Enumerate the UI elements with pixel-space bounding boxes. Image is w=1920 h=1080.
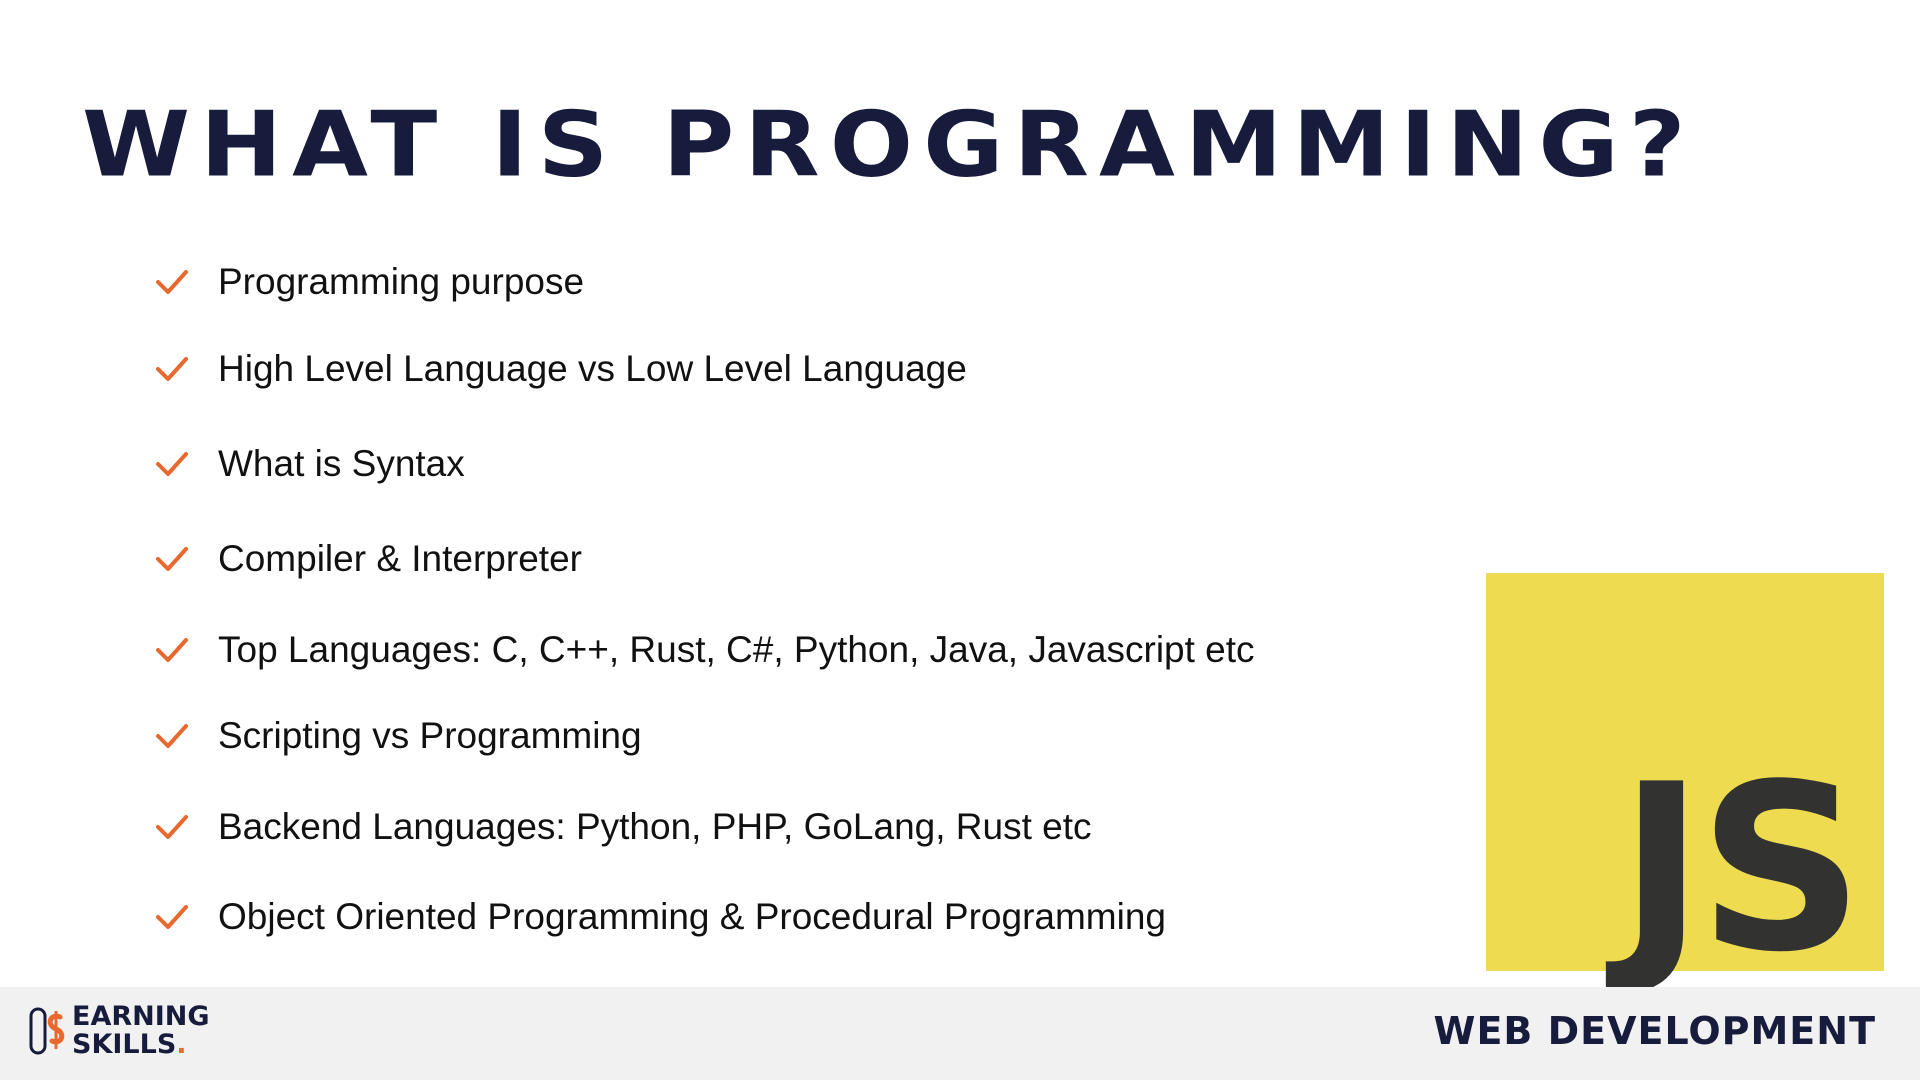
check-icon <box>156 547 188 571</box>
list-item: High Level Language vs Low Level Languag… <box>152 345 967 393</box>
list-item-text: High Level Language vs Low Level Languag… <box>218 348 967 389</box>
list-item: Programming purpose <box>152 258 584 306</box>
list-item: Compiler & Interpreter <box>152 535 582 583</box>
list-item-text: Backend Languages: Python, PHP, GoLang, … <box>218 806 1092 847</box>
list-item-text: Programming purpose <box>218 261 585 302</box>
brand-coin-icon <box>29 1007 65 1055</box>
course-label: WEB DEVELOPMENT <box>1433 1009 1876 1053</box>
javascript-logo-text: JS <box>1618 736 1864 1003</box>
javascript-logo: JS <box>1486 573 1884 985</box>
brand-logo: EARNING SKILLS. <box>28 1003 210 1059</box>
list-item: What is Syntax <box>152 440 465 488</box>
check-icon <box>156 638 188 662</box>
list-item-text: Compiler & Interpreter <box>218 538 582 579</box>
check-icon <box>156 905 188 929</box>
topic-list: Programming purpose High Level Language … <box>152 0 1352 980</box>
brand-name-line1: EARNING <box>72 1001 210 1032</box>
list-item: Top Languages: C, C++, Rust, C#, Python,… <box>152 626 1255 674</box>
footer-bar: EARNING SKILLS. WEB DEVELOPMENT <box>0 987 1920 1080</box>
brand-dot: . <box>176 1029 187 1060</box>
list-item-text: Scripting vs Programming <box>218 715 642 756</box>
list-item: Scripting vs Programming <box>152 712 642 760</box>
list-item-text: Top Languages: C, C++, Rust, C#, Python,… <box>218 629 1255 670</box>
check-icon <box>156 815 188 839</box>
list-item: Backend Languages: Python, PHP, GoLang, … <box>152 803 1092 851</box>
list-item-text: What is Syntax <box>218 443 465 484</box>
check-icon <box>156 452 188 476</box>
check-icon <box>156 357 188 381</box>
brand-name-line2: SKILLS <box>72 1029 177 1060</box>
check-icon <box>156 724 188 748</box>
list-item-text: Object Oriented Programming & Procedural… <box>218 896 1166 937</box>
check-icon <box>156 270 188 294</box>
list-item: Object Oriented Programming & Procedural… <box>152 893 1166 941</box>
